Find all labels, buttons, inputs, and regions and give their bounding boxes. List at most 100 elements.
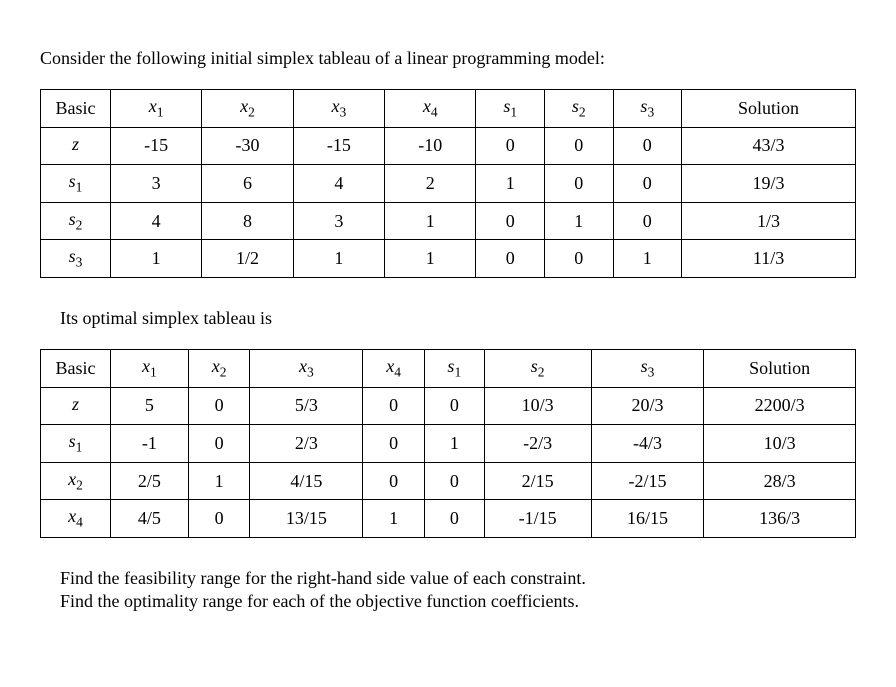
cell: 0	[476, 240, 545, 278]
table-row: s2 4 8 3 1 0 1 0 1/3	[41, 202, 856, 240]
cell: 0	[188, 387, 250, 425]
cell: 13/15	[250, 500, 363, 538]
table-row: x4 4/5 0 13/15 1 0 -1/15 16/15 136/3	[41, 500, 856, 538]
cell: -2/3	[484, 425, 591, 463]
table-row: z 5 0 5/3 0 0 10/3 20/3 2200/3	[41, 387, 856, 425]
cell: 19/3	[682, 165, 856, 203]
cell: 20/3	[591, 387, 704, 425]
cell: 4	[293, 165, 384, 203]
cell: 0	[363, 462, 425, 500]
cell: -4/3	[591, 425, 704, 463]
cell: 0	[424, 500, 484, 538]
cell: 2/3	[250, 425, 363, 463]
cell: 1/3	[682, 202, 856, 240]
cell: -30	[202, 127, 293, 165]
cell: 1	[385, 202, 476, 240]
cell: 4	[111, 202, 202, 240]
cell: -1/15	[484, 500, 591, 538]
cell: 0	[544, 165, 613, 203]
cell: 5/3	[250, 387, 363, 425]
cell: 2/15	[484, 462, 591, 500]
cell: 0	[613, 165, 682, 203]
cell: 4/15	[250, 462, 363, 500]
cell: 1/2	[202, 240, 293, 278]
row-label: x2	[41, 462, 111, 500]
cell: -15	[293, 127, 384, 165]
header-x4: x4	[363, 349, 425, 387]
cell: 1	[385, 240, 476, 278]
header-basic: Basic	[41, 90, 111, 128]
table-row: s1 -1 0 2/3 0 1 -2/3 -4/3 10/3	[41, 425, 856, 463]
row-label: s1	[41, 165, 111, 203]
header-x4: x4	[385, 90, 476, 128]
cell: 0	[424, 387, 484, 425]
initial-tableau: Basic x1 x2 x3 x4 s1 s2 s3 Solution z -1…	[40, 89, 856, 278]
cell: 10/3	[704, 425, 856, 463]
cell: 1	[544, 202, 613, 240]
header-s1: s1	[424, 349, 484, 387]
table-row: z -15 -30 -15 -10 0 0 0 43/3	[41, 127, 856, 165]
header-basic: Basic	[41, 349, 111, 387]
table-row: x2 2/5 1 4/15 0 0 2/15 -2/15 28/3	[41, 462, 856, 500]
cell: 1	[293, 240, 384, 278]
cell: 0	[188, 425, 250, 463]
header-x3: x3	[250, 349, 363, 387]
header-x1: x1	[111, 349, 189, 387]
questions-block: Find the feasibility range for the right…	[60, 568, 856, 612]
cell: 1	[363, 500, 425, 538]
header-x3: x3	[293, 90, 384, 128]
cell: 43/3	[682, 127, 856, 165]
cell: 1	[111, 240, 202, 278]
cell: 3	[293, 202, 384, 240]
row-label: z	[41, 387, 111, 425]
cell: 4/5	[111, 500, 189, 538]
row-label: z	[41, 127, 111, 165]
cell: 8	[202, 202, 293, 240]
question-1: Find the feasibility range for the right…	[60, 568, 856, 589]
cell: -1	[111, 425, 189, 463]
table-header-row: Basic x1 x2 x3 x4 s1 s2 s3 Solution	[41, 90, 856, 128]
cell: 1	[613, 240, 682, 278]
cell: -2/15	[591, 462, 704, 500]
cell: 0	[613, 127, 682, 165]
header-x1: x1	[111, 90, 202, 128]
header-s3: s3	[613, 90, 682, 128]
table-row: s3 1 1/2 1 1 0 0 1 11/3	[41, 240, 856, 278]
cell: 5	[111, 387, 189, 425]
table-row: s1 3 6 4 2 1 0 0 19/3	[41, 165, 856, 203]
cell: 28/3	[704, 462, 856, 500]
cell: 136/3	[704, 500, 856, 538]
row-label: s2	[41, 202, 111, 240]
cell: 1	[476, 165, 545, 203]
cell: 1	[188, 462, 250, 500]
cell: 10/3	[484, 387, 591, 425]
cell: 1	[424, 425, 484, 463]
cell: 0	[476, 202, 545, 240]
cell: 2/5	[111, 462, 189, 500]
cell: -15	[111, 127, 202, 165]
cell: 16/15	[591, 500, 704, 538]
table-header-row: Basic x1 x2 x3 x4 s1 s2 s3 Solution	[41, 349, 856, 387]
cell: 0	[363, 425, 425, 463]
cell: 0	[544, 127, 613, 165]
question-2: Find the optimality range for each of th…	[60, 591, 856, 612]
header-s2: s2	[544, 90, 613, 128]
cell: 0	[476, 127, 545, 165]
header-s3: s3	[591, 349, 704, 387]
intro-text: Consider the following initial simplex t…	[40, 48, 856, 69]
optimal-tableau: Basic x1 x2 x3 x4 s1 s2 s3 Solution z 5 …	[40, 349, 856, 538]
cell: 0	[424, 462, 484, 500]
cell: 6	[202, 165, 293, 203]
header-x2: x2	[202, 90, 293, 128]
header-solution: Solution	[682, 90, 856, 128]
subtitle-text: Its optimal simplex tableau is	[60, 308, 856, 329]
header-s2: s2	[484, 349, 591, 387]
row-label: s3	[41, 240, 111, 278]
header-s1: s1	[476, 90, 545, 128]
cell: 2200/3	[704, 387, 856, 425]
row-label: x4	[41, 500, 111, 538]
header-x2: x2	[188, 349, 250, 387]
cell: 0	[613, 202, 682, 240]
cell: 0	[363, 387, 425, 425]
cell: -10	[385, 127, 476, 165]
